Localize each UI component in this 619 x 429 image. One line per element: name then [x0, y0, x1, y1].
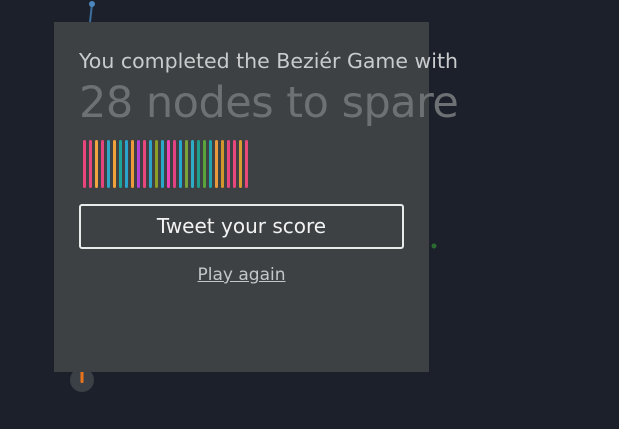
- spare-node-bar: [215, 140, 218, 188]
- spare-node-bar: [143, 140, 146, 188]
- spare-node-bar: [89, 140, 92, 188]
- spare-node-bar: [149, 140, 152, 188]
- spare-node-bar: [185, 140, 188, 188]
- spare-node-bar: [209, 140, 212, 188]
- spare-node-bar: [221, 140, 224, 188]
- spare-node-bar: [227, 140, 230, 188]
- spare-node-bar: [191, 140, 194, 188]
- bezier-node-marker: [80, 371, 84, 383]
- spare-node-bar: [245, 140, 248, 188]
- spare-node-bar: [131, 140, 134, 188]
- game-complete-dialog: You completed the Beziér Game with 28 no…: [54, 22, 459, 372]
- spare-node-bar: [179, 140, 182, 188]
- spare-nodes-bar-strip: [83, 140, 404, 188]
- spare-node-bar: [107, 140, 110, 188]
- bezier-node-handle[interactable]: [89, 1, 95, 7]
- spare-node-bar: [155, 140, 158, 188]
- completion-headline: You completed the Beziér Game with: [79, 49, 459, 73]
- spare-node-bar: [125, 140, 128, 188]
- score-text: 28 nodes to spare: [79, 78, 459, 128]
- spare-node-bar: [119, 140, 122, 188]
- tweet-score-button[interactable]: Tweet your score: [79, 204, 404, 249]
- bezier-node-handle[interactable]: [431, 243, 437, 249]
- spare-node-bar: [101, 140, 104, 188]
- spare-node-bar: [113, 140, 116, 188]
- spare-node-bar: [83, 140, 86, 188]
- spare-node-bar: [173, 140, 176, 188]
- spare-node-bar: [239, 140, 242, 188]
- spare-node-bar: [95, 140, 98, 188]
- spare-node-bar: [197, 140, 200, 188]
- spare-node-bar: [203, 140, 206, 188]
- spare-node-bar: [137, 140, 140, 188]
- spare-node-bar: [161, 140, 164, 188]
- game-stage: You completed the Beziér Game with 28 no…: [0, 0, 619, 429]
- spare-node-bar: [233, 140, 236, 188]
- spare-node-bar: [167, 140, 170, 188]
- play-again-link[interactable]: Play again: [79, 265, 404, 285]
